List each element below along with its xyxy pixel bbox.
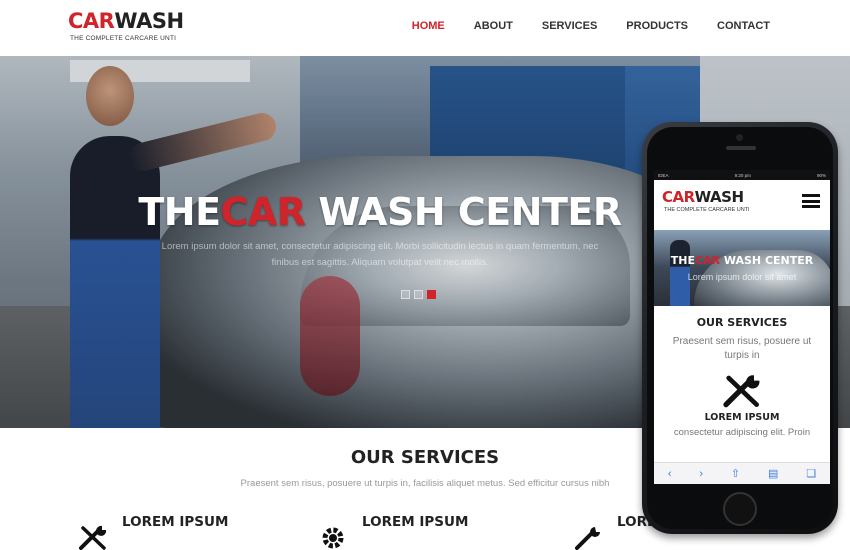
phone-hero: THECAR WASH CENTER Lorem ipsum dolor sit… [654,230,830,306]
phone-camera [736,134,743,141]
back-icon[interactable]: ‹ [668,468,672,480]
phone-mockup: IDEA 9:20 pm 90% CARWASH THE COMPLETE CA… [642,122,838,534]
phone-hero-title: THECAR WASH CENTER [670,254,814,267]
service-item[interactable]: LOREM IPSUM [78,514,228,550]
nav-contact[interactable]: CONTACT [717,20,770,32]
logo-tagline: THE COMPLETE CARCARE UNTI [70,35,177,42]
logo[interactable]: CARWASH THE COMPLETE CARCARE UNTI [68,10,184,42]
phone-logo[interactable]: CARWASH [662,188,744,206]
main-nav: HOME ABOUT SERVICES PRODUCTS CONTACT [383,20,770,32]
gear-icon [322,527,344,549]
tools-icon [79,525,107,550]
phone-services-subtitle: Praesent sem risus, posuere ut turpis in [672,336,812,361]
nav-home[interactable]: HOME [412,20,445,32]
phone-speaker [726,146,756,150]
slider-dot-3[interactable] [427,290,436,299]
phone-logo-tagline: THE COMPLETE CARCARE UNTI [664,207,750,213]
browser-toolbar: ‹ › ⇧ ▤ ❏ [654,462,830,484]
phone-home-button [723,492,757,526]
tools-icon [723,375,760,408]
hamburger-menu-icon[interactable] [802,194,820,208]
nav-products[interactable]: PRODUCTS [626,20,688,32]
service-label: LOREM IPSUM [362,514,469,530]
phone-hero-subtitle: Lorem ipsum dolor sit amet [687,272,797,282]
phone-service-text: consectetur adipiscing elit. Proin [673,427,811,438]
wrench-icon [575,527,600,550]
share-icon[interactable]: ⇧ [731,467,740,480]
nav-services[interactable]: SERVICES [542,20,597,32]
service-label: LOREM IPSUM [122,514,229,530]
logo-text: CARWASH [68,9,184,33]
hero-subtitle: Lorem ipsum dolor sit amet, consectetur … [161,241,599,268]
tabs-icon[interactable]: ❏ [806,467,816,480]
phone-header: CARWASH THE COMPLETE CARCARE UNTI [654,180,830,230]
forward-icon[interactable]: › [699,468,703,480]
bookmarks-icon[interactable]: ▤ [768,467,778,480]
phone-services-title: OUR SERVICES [696,316,788,329]
service-item[interactable]: LOREM IPSUM [318,514,468,550]
site-header: CARWASH THE COMPLETE CARCARE UNTI HOME A… [0,0,850,56]
slider-dot-2[interactable] [414,290,423,299]
slider-dot-1[interactable] [401,290,410,299]
phone-status-bar: IDEA 9:20 pm 90% [654,170,830,180]
nav-about[interactable]: ABOUT [474,20,513,32]
phone-screen: IDEA 9:20 pm 90% CARWASH THE COMPLETE CA… [654,170,830,484]
phone-service-label: LOREM IPSUM [704,412,780,423]
slider-dots [401,290,440,299]
